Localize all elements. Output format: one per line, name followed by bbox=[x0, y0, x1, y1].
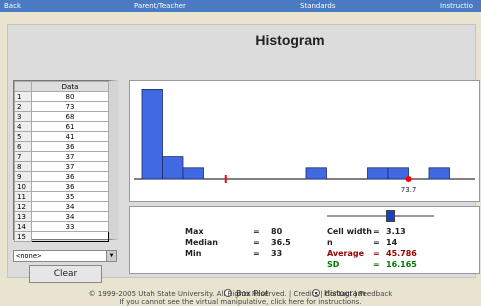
average-label: Average bbox=[327, 249, 365, 258]
max-eq: = bbox=[253, 227, 260, 236]
data-cell[interactable]: 80 bbox=[31, 91, 109, 102]
max-label: Max bbox=[185, 227, 204, 236]
row-index: 7 bbox=[14, 151, 32, 162]
histogram-bar bbox=[141, 88, 163, 180]
table-row: 9 36 bbox=[14, 171, 109, 182]
n-value: 14 bbox=[386, 238, 398, 247]
data-table-header: Data bbox=[14, 81, 109, 92]
clear-button[interactable]: Clear bbox=[29, 265, 102, 283]
data-cell[interactable]: 68 bbox=[31, 111, 109, 122]
data-cell[interactable] bbox=[31, 231, 109, 242]
data-cell[interactable]: 61 bbox=[31, 121, 109, 132]
n-eq: = bbox=[373, 238, 380, 247]
footer-copyright: © 1999-2005 Utah State University. All R… bbox=[88, 290, 393, 298]
manipulative-frame: Histogram Data 1 80 2 73 3 68 4 61 5 41 6 36 7 37 8 37 9… bbox=[7, 24, 480, 298]
data-cell[interactable]: 36 bbox=[31, 141, 109, 152]
histogram-chart: 73.7 bbox=[129, 80, 480, 202]
data-cell[interactable]: 37 bbox=[31, 151, 109, 162]
row-index: 3 bbox=[14, 111, 32, 122]
data-cell[interactable]: 33 bbox=[31, 221, 109, 232]
table-row: 4 61 bbox=[14, 121, 109, 132]
median-value: 36.5 bbox=[271, 238, 291, 247]
average-value: 45.786 bbox=[386, 249, 417, 258]
median-label: Median bbox=[185, 238, 218, 247]
footer: © 1999-2005 Utah State University. All R… bbox=[0, 290, 481, 306]
row-index: 2 bbox=[14, 101, 32, 112]
table-row: 7 37 bbox=[14, 151, 109, 162]
nav-parent-teacher-link[interactable]: Parent/Teacher bbox=[134, 0, 186, 12]
histogram-bar bbox=[182, 167, 204, 180]
sd-label: SD bbox=[327, 260, 340, 269]
data-cell[interactable]: 34 bbox=[31, 201, 109, 212]
dataset-select[interactable]: <none> ▼ bbox=[13, 250, 117, 262]
n-label: n bbox=[327, 238, 333, 247]
cell-width-value: 3.13 bbox=[386, 227, 406, 236]
nav-standards-link[interactable]: Standards bbox=[300, 0, 336, 12]
table-row: 12 34 bbox=[14, 201, 109, 212]
footer-instructions: If you cannot see the virtual manipulati… bbox=[119, 298, 362, 306]
row-index: 13 bbox=[14, 211, 32, 222]
max-value: 80 bbox=[271, 227, 283, 236]
median-marker-label: 73.7 bbox=[401, 186, 417, 194]
table-row: 5 41 bbox=[14, 131, 109, 142]
page-title: Histogram bbox=[255, 32, 325, 48]
histogram-svg: 73.7 bbox=[134, 88, 475, 194]
dataset-select-value: <none> bbox=[16, 252, 42, 260]
row-index: 15 bbox=[14, 231, 32, 242]
table-row: 3 68 bbox=[14, 111, 109, 122]
chevron-down-icon[interactable]: ▼ bbox=[106, 251, 116, 261]
data-cell[interactable]: 34 bbox=[31, 211, 109, 222]
top-nav: Back Parent/Teacher Standards Instructio bbox=[0, 0, 481, 12]
median-marker bbox=[405, 176, 412, 182]
table-row: 1 80 bbox=[14, 91, 109, 102]
data-cell[interactable]: 41 bbox=[31, 131, 109, 142]
row-index: 5 bbox=[14, 131, 32, 142]
histogram-bar bbox=[428, 167, 450, 180]
histogram-bar bbox=[387, 167, 409, 180]
min-label: Min bbox=[185, 249, 202, 258]
row-index: 6 bbox=[14, 141, 32, 152]
cell-width-slider-track[interactable] bbox=[327, 215, 434, 217]
cell-width-eq: = bbox=[373, 227, 380, 236]
sd-value: 16.165 bbox=[386, 260, 417, 269]
row-index: 4 bbox=[14, 121, 32, 132]
row-index: 8 bbox=[14, 161, 32, 172]
header-index-cell bbox=[14, 81, 32, 92]
cell-width-slider-thumb[interactable] bbox=[386, 210, 395, 222]
data-cell[interactable]: 36 bbox=[31, 171, 109, 182]
data-cell[interactable]: 36 bbox=[31, 181, 109, 192]
row-index: 1 bbox=[14, 91, 32, 102]
row-index: 14 bbox=[14, 221, 32, 232]
row-index: 9 bbox=[14, 171, 32, 182]
data-table: Data 1 80 2 73 3 68 4 61 5 41 6 36 7 37 8 37 9 36 10 36 11 35… bbox=[13, 80, 118, 242]
table-row: 2 73 bbox=[14, 101, 109, 112]
stats-panel: Max = 80 Median = 36.5 Min = 33 Cell wid… bbox=[129, 206, 480, 274]
histogram-bar bbox=[162, 156, 184, 180]
data-cell[interactable]: 37 bbox=[31, 161, 109, 172]
table-row: 15 bbox=[14, 231, 109, 242]
table-row: 11 35 bbox=[14, 191, 109, 202]
table-row: 14 33 bbox=[14, 221, 109, 232]
cell-width-label: Cell width bbox=[327, 227, 372, 236]
data-cell[interactable]: 73 bbox=[31, 101, 109, 112]
average-eq: = bbox=[373, 249, 380, 258]
median-eq: = bbox=[253, 238, 260, 247]
row-index: 10 bbox=[14, 181, 32, 192]
table-row: 8 37 bbox=[14, 161, 109, 172]
table-row: 13 34 bbox=[14, 211, 109, 222]
sd-eq: = bbox=[373, 260, 380, 269]
data-cell[interactable]: 35 bbox=[31, 191, 109, 202]
histogram-bar bbox=[367, 167, 389, 180]
min-value: 33 bbox=[271, 249, 283, 258]
row-index: 11 bbox=[14, 191, 32, 202]
table-row: 10 36 bbox=[14, 181, 109, 192]
min-eq: = bbox=[253, 249, 260, 258]
nav-instructions-link[interactable]: Instructio bbox=[440, 0, 473, 12]
table-row: 6 36 bbox=[14, 141, 109, 152]
row-index: 12 bbox=[14, 201, 32, 212]
histogram-bar bbox=[305, 167, 327, 180]
nav-back-link[interactable]: Back bbox=[4, 0, 21, 12]
header-data-cell: Data bbox=[31, 81, 109, 92]
